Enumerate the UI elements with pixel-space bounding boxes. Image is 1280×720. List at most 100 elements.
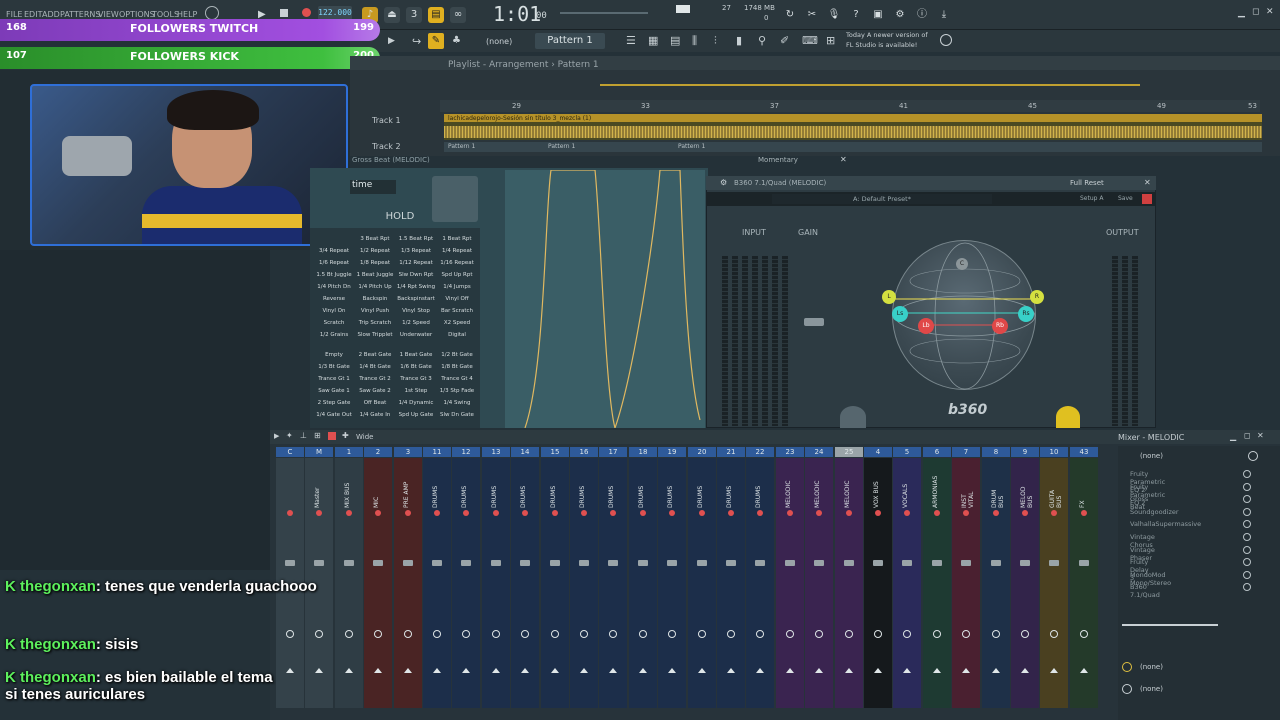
volume-fader[interactable] <box>697 560 707 566</box>
speaker-l[interactable]: L <box>882 290 896 304</box>
speaker-r[interactable]: R <box>1030 290 1044 304</box>
mixer-channel-number[interactable]: 19 <box>658 447 686 457</box>
volume-preset-cell[interactable]: Trance Gt 2 <box>355 376 395 382</box>
news-line-2[interactable]: FL Studio is available! <box>846 41 917 49</box>
pan-knob[interactable] <box>962 630 970 638</box>
pan-knob[interactable] <box>315 630 323 638</box>
mixer-tool-icon-3[interactable]: ⊞ <box>314 431 321 440</box>
mixer-tool-icon-4[interactable] <box>328 432 336 440</box>
time-preset-cell[interactable]: Bar Scratch <box>437 308 477 314</box>
mixer-channel-number[interactable]: C <box>276 447 304 457</box>
stereo-separation-knob[interactable] <box>1051 510 1057 516</box>
stereo-separation-knob[interactable] <box>963 510 969 516</box>
cart-icon[interactable]: ⊞ <box>826 34 835 47</box>
pan-knob[interactable] <box>462 630 470 638</box>
touch-keyboard-icon[interactable]: ⌨ <box>802 34 818 47</box>
loop-record-icon[interactable]: ∞ <box>450 7 466 23</box>
time-preset-cell[interactable]: Trip Scratch <box>355 320 395 326</box>
volume-fader[interactable] <box>373 560 383 566</box>
save-button[interactable]: Save <box>1118 195 1133 202</box>
volume-fader[interactable] <box>432 560 442 566</box>
mic-icon[interactable]: 🎙 <box>826 7 842 23</box>
gain-fader[interactable] <box>804 318 824 326</box>
mixer-channel-number[interactable]: M <box>305 447 333 457</box>
route-arrow-icon[interactable] <box>374 668 382 673</box>
route-arrow-icon[interactable] <box>462 668 470 673</box>
volume-fader[interactable] <box>608 560 618 566</box>
volume-fader[interactable] <box>932 560 942 566</box>
time-preset-cell[interactable]: 1/2 Speed <box>396 320 436 326</box>
fx-slot-mix-knob[interactable] <box>1243 483 1251 491</box>
output-knob[interactable] <box>1056 406 1080 428</box>
time-preset-cell[interactable]: Underwater <box>396 332 436 338</box>
draw-tool-icon[interactable]: ✎ <box>428 33 444 49</box>
route-arrow-icon[interactable] <box>874 668 882 673</box>
menu-file[interactable]: FILE <box>6 10 22 19</box>
volume-fader[interactable] <box>579 560 589 566</box>
stereo-separation-knob[interactable] <box>1081 510 1087 516</box>
master-volume-slider[interactable] <box>560 12 648 14</box>
route-arrow-icon[interactable] <box>1021 668 1029 673</box>
route-arrow-icon[interactable] <box>404 668 412 673</box>
volume-preset-cell[interactable]: 1/3 Bt Gate <box>314 364 354 370</box>
tempo-display[interactable]: 122.000 <box>318 6 352 20</box>
speaker-rb[interactable]: Rb <box>992 318 1008 334</box>
tools-menu-icon[interactable]: ✐ <box>780 34 789 47</box>
volume-preset-cell[interactable]: Trance Gt 4 <box>437 376 477 382</box>
download-icon[interactable]: ⤓ <box>936 7 952 23</box>
stereo-separation-knob[interactable] <box>552 510 558 516</box>
maximize-icon[interactable]: ◻ <box>1252 7 1259 17</box>
volume-preset-cell[interactable]: 2 Beat Gate <box>355 352 395 358</box>
gross-beat-close-icon[interactable]: ✕ <box>840 155 847 164</box>
browser-icon[interactable]: ⫶ <box>714 34 717 48</box>
volume-fader[interactable] <box>344 560 354 566</box>
time-preset-cell[interactable]: 1.5 Beat Rpt <box>396 236 436 242</box>
menu-edit[interactable]: EDIT <box>24 10 42 19</box>
pan-knob[interactable] <box>345 630 353 638</box>
time-preset-cell[interactable]: Slow Tripplet <box>355 332 395 338</box>
mixer-channel-number[interactable]: 14 <box>511 447 539 457</box>
hold-button[interactable]: HOLD <box>380 208 420 226</box>
pat-song-toggle[interactable] <box>205 6 219 20</box>
volume-preset-cell[interactable]: 1/3 Stp Fade <box>437 388 477 394</box>
time-preset-cell[interactable]: Slw Dwn Rpt <box>396 272 436 278</box>
time-preset-cell[interactable]: 3 Beat Rpt <box>355 236 395 242</box>
fx-slot-mix-knob[interactable] <box>1243 533 1251 541</box>
volume-fader[interactable] <box>403 560 413 566</box>
stereo-separation-knob[interactable] <box>875 510 881 516</box>
speaker-c[interactable]: C <box>956 258 968 270</box>
stereo-separation-knob[interactable] <box>463 510 469 516</box>
info-icon[interactable]: ⓘ <box>914 7 930 23</box>
stereo-separation-knob[interactable] <box>1022 510 1028 516</box>
time-preset-cell[interactable]: 1/12 Repeat <box>396 260 436 266</box>
plugin-picker-icon[interactable]: ⚲ <box>758 34 766 47</box>
pan-knob[interactable] <box>992 630 1000 638</box>
stereo-separation-knob[interactable] <box>522 510 528 516</box>
route-arrow-icon[interactable] <box>903 668 911 673</box>
pan-knob[interactable] <box>668 630 676 638</box>
stereo-separation-knob[interactable] <box>846 510 852 516</box>
mixer-channel-number[interactable]: 3 <box>394 447 422 457</box>
mixer-icon[interactable]: ⫼ <box>692 34 697 48</box>
volume-fader[interactable] <box>1049 560 1059 566</box>
volume-preset-cell[interactable]: Saw Gate 1 <box>314 388 354 394</box>
b360-close-icon[interactable]: ✕ <box>1144 178 1151 187</box>
volume-fader[interactable] <box>314 560 324 566</box>
mixer-channel-number[interactable]: 5 <box>893 447 921 457</box>
out-slot-1[interactable]: (none) <box>1140 663 1163 671</box>
stereo-separation-knob[interactable] <box>640 510 646 516</box>
route-arrow-icon[interactable] <box>727 668 735 673</box>
b360-gear-icon[interactable]: ⚙ <box>720 178 727 187</box>
mixer-channel-number[interactable]: 13 <box>482 447 510 457</box>
route-arrow-icon[interactable] <box>551 668 559 673</box>
pan-knob[interactable] <box>698 630 706 638</box>
full-reset-button[interactable]: Full Reset <box>1070 179 1104 187</box>
mixer-channel-number[interactable]: 1 <box>335 447 363 457</box>
pan-knob[interactable] <box>845 630 853 638</box>
route-arrow-icon[interactable] <box>492 668 500 673</box>
pan-knob[interactable] <box>551 630 559 638</box>
fx-clock-icon[interactable] <box>1248 451 1258 461</box>
volume-preset-cell[interactable]: 1st Step <box>396 388 436 394</box>
route-arrow-icon[interactable] <box>1050 668 1058 673</box>
volume-fader[interactable] <box>844 560 854 566</box>
